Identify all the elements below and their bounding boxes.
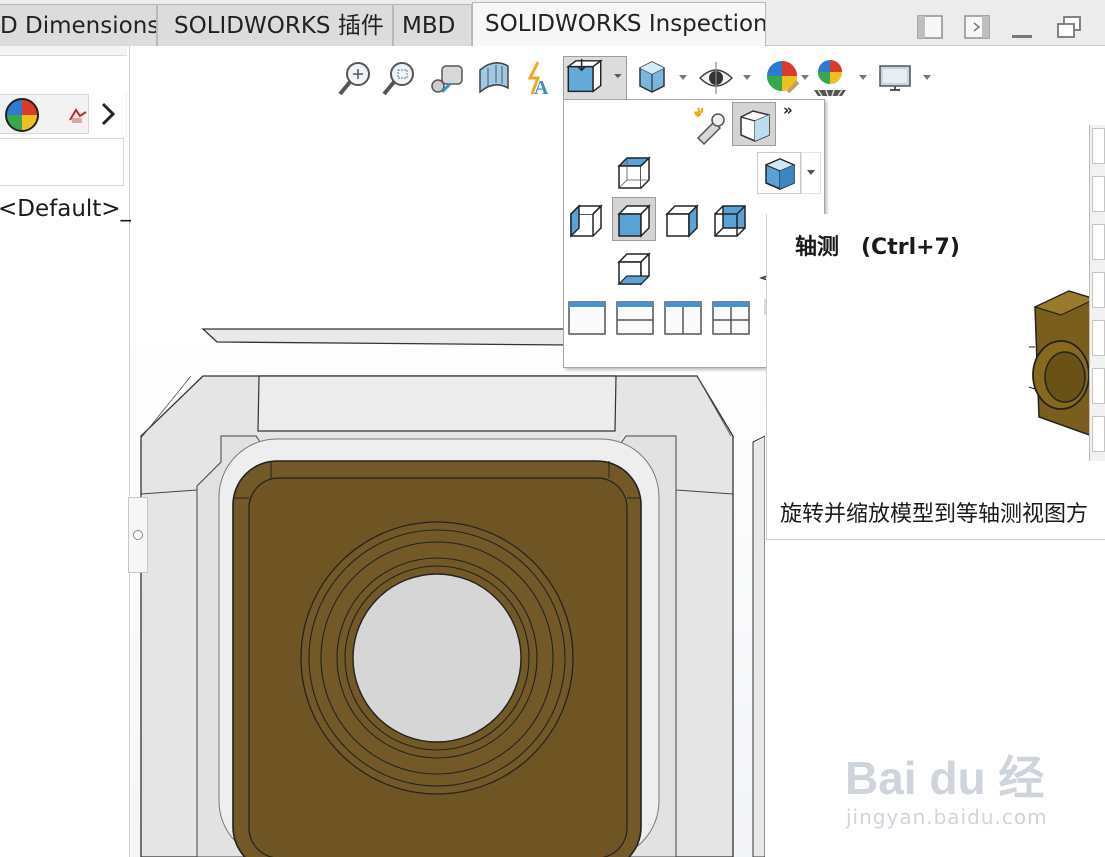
section-view-icon[interactable] [474, 56, 514, 100]
task-pane-appearances-icon[interactable] [1092, 320, 1105, 356]
task-pane-library-icon[interactable] [1092, 176, 1105, 212]
tab-solidworks-inspection[interactable]: SOLIDWORKS Inspection [472, 2, 766, 46]
watermark-url: jingyan.baidu.com [846, 805, 1048, 829]
task-pane-forum-icon[interactable] [1092, 416, 1105, 452]
chevron-down-icon[interactable] [742, 74, 752, 82]
task-pane-custom-props-icon[interactable] [1092, 368, 1105, 404]
tab-label: SOLIDWORKS Inspection [485, 11, 766, 37]
tab-label: SOLIDWORKS 插件 [174, 13, 384, 39]
configuration-label: <Default>_P [0, 196, 146, 222]
isometric-preview-image [1028, 290, 1095, 437]
display-manager-icon[interactable] [3, 96, 41, 134]
dynamic-annotation-views-icon[interactable]: A [518, 56, 558, 100]
two-view-horizontal-icon[interactable] [613, 296, 657, 340]
dimxpert-icon[interactable] [66, 104, 90, 128]
task-pane-explorer-icon[interactable] [1092, 224, 1105, 260]
view-selector-icon[interactable] [688, 104, 732, 148]
minimize-icon[interactable] [1010, 14, 1036, 40]
tab-mbd[interactable]: MBD [393, 4, 472, 46]
bottom-view-icon[interactable] [613, 246, 657, 290]
chevron-down-icon[interactable] [922, 74, 932, 82]
apply-scene-icon[interactable] [810, 56, 850, 100]
feature-filter-input[interactable] [0, 138, 124, 186]
task-pane-resources-icon[interactable] [1092, 128, 1105, 164]
feature-manager-panel: <Default>_P [0, 46, 146, 857]
chevron-down-icon[interactable] [678, 74, 688, 82]
zoom-to-area-icon[interactable] [380, 56, 420, 100]
front-view-icon[interactable] [612, 197, 656, 241]
panel-right-icon[interactable] [964, 14, 990, 40]
baidu-jingyan-watermark: Bai du 经验 [845, 752, 1045, 804]
hide-show-items-icon[interactable] [696, 56, 736, 100]
single-viewport-icon[interactable] [565, 296, 609, 340]
edit-appearance-icon[interactable] [762, 56, 802, 100]
chevron-right-icon[interactable] [88, 94, 126, 134]
tab-label: MBD [402, 13, 456, 39]
view-settings-icon[interactable] [876, 56, 916, 100]
tab-divider [766, 45, 1105, 46]
task-pane-palette-icon[interactable] [1092, 272, 1105, 308]
left-view-icon[interactable] [565, 198, 609, 242]
panel-left-icon[interactable] [917, 14, 943, 40]
back-view-icon[interactable] [709, 198, 753, 242]
tooltip-description: 旋转并缩放模型到等轴测视图方 [780, 502, 1089, 527]
chevron-down-icon[interactable] [800, 74, 810, 82]
more-button[interactable]: » [783, 101, 793, 119]
four-view-icon[interactable] [709, 296, 753, 340]
tab-3d-dimensions[interactable]: D Dimensions [0, 4, 157, 46]
ribbon-tab-bar: D Dimensions SOLIDWORKS 插件 MBD SOLIDWORK… [0, 0, 1105, 46]
chevron-down-icon[interactable] [858, 74, 868, 82]
right-view-icon[interactable] [661, 198, 705, 242]
tab-solidworks-addins[interactable]: SOLIDWORKS 插件 [157, 4, 393, 46]
display-style-icon[interactable] [632, 56, 672, 100]
panel-header [0, 46, 127, 56]
previous-view-icon[interactable] [428, 56, 468, 100]
zoom-to-fit-icon[interactable] [336, 56, 376, 100]
isometric-icon[interactable] [757, 152, 801, 194]
handle-grip-icon [133, 530, 143, 540]
view-orientation-icon[interactable] [563, 56, 627, 100]
top-view-icon[interactable] [613, 150, 657, 194]
tab-label: D Dimensions [0, 13, 157, 39]
svg-text:A: A [534, 77, 549, 99]
watermark-brand: Bai du 经验 [845, 752, 1045, 804]
two-view-vertical-icon[interactable] [661, 296, 705, 340]
chevron-down-icon[interactable] [801, 152, 821, 194]
restore-icon[interactable] [1056, 14, 1082, 40]
normal-to-icon[interactable] [732, 102, 776, 146]
tooltip-title: 轴测 (Ctrl+7) [795, 235, 960, 260]
